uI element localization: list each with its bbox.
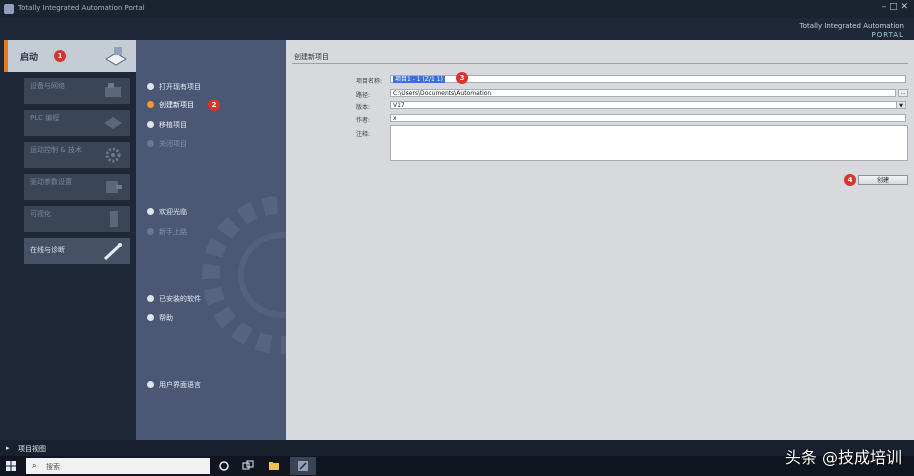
step-badge: 1 [54, 50, 66, 62]
radio-dot-icon [147, 140, 154, 147]
brand-title: Totally Integrated Automation [799, 22, 904, 30]
radio-dot-icon [147, 83, 154, 90]
radio-dot-icon [147, 314, 154, 321]
radio-dot-icon [147, 121, 154, 128]
app-logo-icon [4, 4, 14, 14]
project-view-link[interactable]: 项目视图 [18, 444, 46, 454]
active-indicator [4, 40, 8, 72]
taskbar-search[interactable]: ⌕ 搜索 [26, 458, 210, 474]
sidebar-item-label: 驱动参数设置 [30, 178, 72, 186]
sidebar-item-drive[interactable]: 驱动参数设置 [24, 174, 130, 200]
step-badge: 3 [456, 72, 468, 84]
path-input[interactable]: C:\Users\Documents\Automation [390, 89, 896, 97]
comment-label: 注释: [356, 131, 371, 138]
sidebar-item-devices[interactable]: 设备与网络 [24, 78, 130, 104]
radio-dot-icon [147, 101, 154, 108]
create-button[interactable]: 创建 [858, 175, 908, 185]
drive-icon [106, 181, 122, 193]
form-heading: 创建新项目 [294, 53, 329, 61]
radio-dot-icon [147, 295, 154, 302]
tia-portal-taskbar-button[interactable] [290, 457, 316, 475]
version-label: 版本: [356, 104, 371, 111]
project-name-label: 项目名称: [356, 78, 383, 85]
author-input[interactable]: x [390, 114, 906, 122]
sidebar-item-label: 在线与诊断 [30, 246, 65, 254]
radio-dot-icon [147, 208, 154, 215]
globe-icon [147, 381, 154, 388]
chevron-down-icon: ▼ [896, 102, 905, 109]
online-diagnostics-icon [103, 243, 122, 261]
sidebar-item-visualization[interactable]: 可视化 [24, 206, 130, 232]
windows-taskbar: ⌕ 搜索 [0, 456, 914, 476]
comment-textarea[interactable] [390, 125, 908, 161]
sidebar-item-label: PLC 编程 [30, 114, 60, 122]
watermark-text: 头条 @技成培训 [784, 448, 902, 467]
window-controls[interactable]: – □ ✕ [882, 2, 908, 12]
sidebar-item-start[interactable]: 启动 1 [4, 40, 136, 72]
sidebar-item-label: 可视化 [30, 210, 51, 218]
sidebar-item-plc[interactable]: PLC 编程 [24, 110, 130, 136]
step-badge: 4 [844, 174, 856, 186]
network-devices-icon [105, 83, 121, 97]
windows-start-icon[interactable] [6, 461, 16, 471]
divider [292, 63, 908, 64]
sidebar-item-label: 运动控制 & 技术 [30, 146, 82, 154]
sidebar-item-label: 启动 [20, 53, 39, 63]
start-portal-icon [105, 47, 127, 66]
version-select[interactable]: V17 ▼ [390, 101, 906, 109]
portal-footer: ▸ 项目视图 [0, 440, 914, 456]
browse-button[interactable]: … [898, 89, 908, 97]
author-label: 作者: [356, 117, 371, 124]
step-badge: 2 [208, 99, 220, 111]
sidebar-item-motion[interactable]: 运动控制 & 技术 [24, 142, 130, 168]
plc-programming-icon [104, 117, 122, 129]
header-banner [0, 18, 914, 40]
sidebar-item-label: 设备与网络 [30, 82, 65, 90]
search-placeholder: 搜索 [46, 463, 60, 471]
path-label: 路径: [356, 92, 371, 99]
visualization-icon [110, 211, 118, 227]
chevron-right-icon: ▸ [6, 444, 10, 452]
background-gear-icon [202, 196, 286, 354]
sidebar-item-online[interactable]: 在线与诊断 [24, 238, 130, 264]
search-icon: ⌕ [32, 461, 37, 470]
brand-portal: PORTAL [871, 31, 904, 39]
title-bar: Totally Integrated Automation Portal – □… [0, 0, 914, 18]
tia-portal-icon [298, 461, 308, 471]
file-explorer-icon[interactable] [268, 460, 280, 472]
window-title: Totally Integrated Automation Portal [18, 4, 145, 12]
radio-dot-icon [147, 228, 154, 235]
task-view-icon[interactable] [242, 460, 254, 472]
motion-gear-icon [105, 147, 121, 163]
cortana-icon[interactable] [218, 460, 230, 472]
create-project-form: 创建新项目 项目名称: 项目1 - 1 (Z/1 1) 3 路径: C:\Use… [286, 40, 914, 440]
